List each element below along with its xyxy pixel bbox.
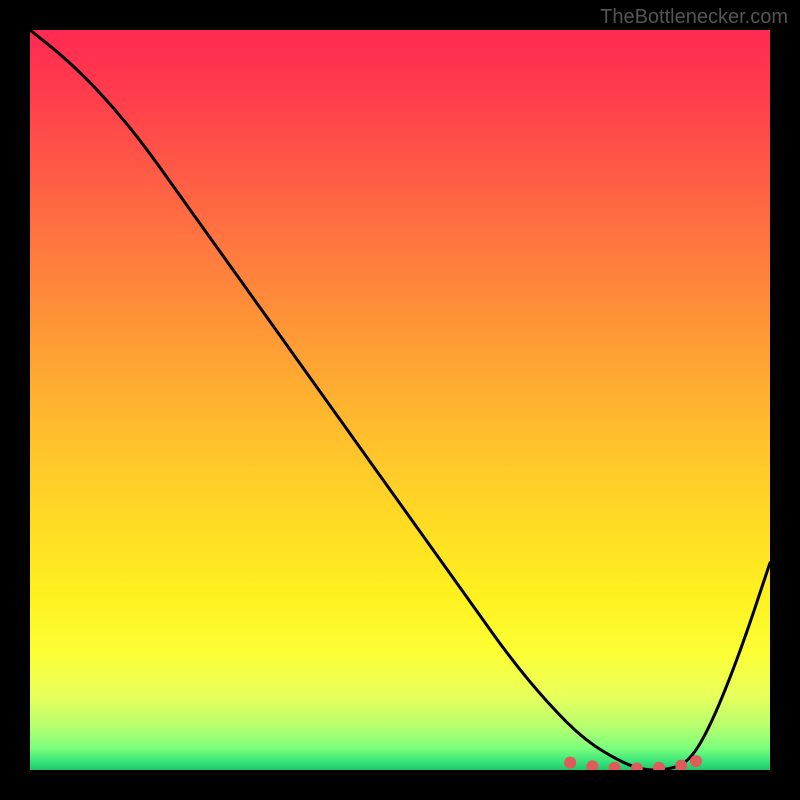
optimal-dot (586, 760, 598, 770)
optimal-dot (609, 762, 621, 770)
attribution-text: TheBottlenecker.com (600, 6, 788, 29)
optimal-dot (631, 763, 643, 771)
optimal-dot (653, 762, 665, 770)
optimal-band-dots (564, 755, 702, 770)
bottleneck-curve-line (30, 30, 770, 770)
chart-plot-area (30, 30, 770, 770)
optimal-dot (690, 755, 702, 767)
chart-curve-layer (30, 30, 770, 770)
optimal-dot (564, 757, 576, 769)
